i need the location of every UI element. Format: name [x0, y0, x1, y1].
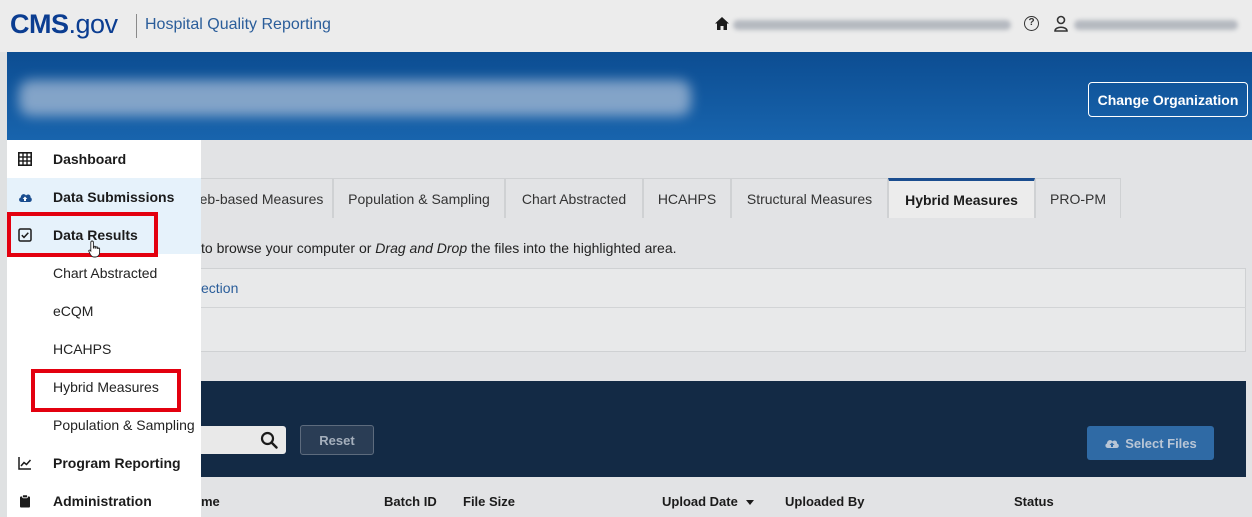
sidebar-item-label: Population & Sampling	[53, 417, 195, 433]
column-header-batch-id[interactable]: Batch ID	[384, 494, 437, 509]
reset-button[interactable]: Reset	[300, 425, 374, 455]
logo-divider	[136, 14, 137, 38]
selection-panel	[190, 268, 1246, 352]
instruction-text-after: the files into the highlighted area.	[467, 240, 677, 256]
page: CMS.gov Hospital Quality Reporting ? Cha…	[0, 0, 1252, 517]
user-name-blurred	[1074, 20, 1238, 30]
panel-section-link[interactable]: ection	[201, 280, 238, 296]
tab-structural-measures[interactable]: Structural Measures	[731, 178, 888, 218]
search-icon[interactable]	[260, 431, 278, 449]
sidebar-subitem-chart-abstracted[interactable]: Chart Abstracted	[7, 254, 201, 292]
column-header-name[interactable]: me	[201, 494, 220, 509]
tab-web-based-measures[interactable]: eb-based Measures	[190, 178, 333, 218]
side-menu: Dashboard Data Submissions Data Results …	[7, 140, 201, 517]
upload-date-label: Upload Date	[662, 494, 738, 509]
grid-icon	[18, 152, 32, 166]
column-header-uploaded-by[interactable]: Uploaded By	[785, 494, 864, 509]
sidebar-item-label: Data Submissions	[53, 189, 175, 205]
sidebar-item-label: HCAHPS	[53, 341, 112, 357]
upload-instruction: to browse your computer or Drag and Drop…	[201, 240, 677, 256]
instruction-text-before: to browse your computer or	[201, 240, 376, 256]
highlight-box-data-results	[7, 212, 158, 257]
column-header-status[interactable]: Status	[1014, 494, 1054, 509]
sidebar-item-dashboard[interactable]: Dashboard	[7, 140, 201, 178]
help-icon[interactable]: ?	[1024, 16, 1039, 31]
change-organization-button[interactable]: Change Organization	[1088, 82, 1248, 117]
sidebar-subitem-ecqm[interactable]: eCQM	[7, 292, 201, 330]
sidebar-item-data-submissions[interactable]: Data Submissions	[7, 178, 201, 216]
sidebar-item-label: eCQM	[53, 303, 94, 319]
cloud-upload-icon	[19, 194, 32, 202]
sidebar-item-program-reporting[interactable]: Program Reporting	[7, 444, 201, 482]
instruction-drag-drop: Drag and Drop	[375, 240, 468, 256]
organization-name-blurred	[733, 20, 1011, 30]
sidebar-item-label: Chart Abstracted	[53, 265, 158, 281]
sidebar-item-label: Dashboard	[53, 151, 127, 167]
tab-pro-pm[interactable]: PRO-PM	[1035, 178, 1121, 218]
column-header-file-size[interactable]: File Size	[463, 494, 515, 509]
app-name: Hospital Quality Reporting	[145, 16, 331, 33]
tab-chart-abstracted[interactable]: Chart Abstracted	[505, 178, 643, 218]
home-icon[interactable]	[714, 16, 730, 32]
select-files-label: Select Files	[1125, 435, 1197, 451]
cms-logo[interactable]: CMS.gov	[10, 9, 118, 40]
logo-bold-text: CMS	[10, 9, 69, 39]
sidebar-item-label: Program Reporting	[53, 455, 181, 471]
logo-rest-text: .gov	[68, 9, 119, 39]
hand-cursor-icon	[88, 240, 101, 258]
sidebar-subitem-hcahps[interactable]: HCAHPS	[7, 330, 201, 368]
panel-divider	[190, 307, 1246, 308]
organization-banner	[7, 52, 1252, 140]
sort-desc-icon[interactable]	[745, 500, 754, 506]
sidebar-item-administration[interactable]: Administration	[7, 482, 201, 517]
user-icon[interactable]	[1054, 15, 1068, 32]
cloud-upload-icon	[1105, 440, 1120, 448]
column-header-upload-date[interactable]: Upload Date	[662, 494, 754, 509]
tab-hybrid-measures[interactable]: Hybrid Measures	[888, 178, 1035, 218]
tab-population-sampling[interactable]: Population & Sampling	[333, 178, 505, 218]
top-header: CMS.gov Hospital Quality Reporting ?	[0, 0, 1252, 52]
clipboard-icon	[20, 494, 30, 508]
line-chart-icon	[18, 457, 32, 470]
highlight-box-hybrid-measures	[31, 369, 181, 412]
organization-title-blurred	[19, 80, 691, 116]
tab-hcahps[interactable]: HCAHPS	[643, 178, 731, 218]
sidebar-item-label: Administration	[53, 493, 152, 509]
select-files-button[interactable]: Select Files	[1087, 426, 1214, 460]
